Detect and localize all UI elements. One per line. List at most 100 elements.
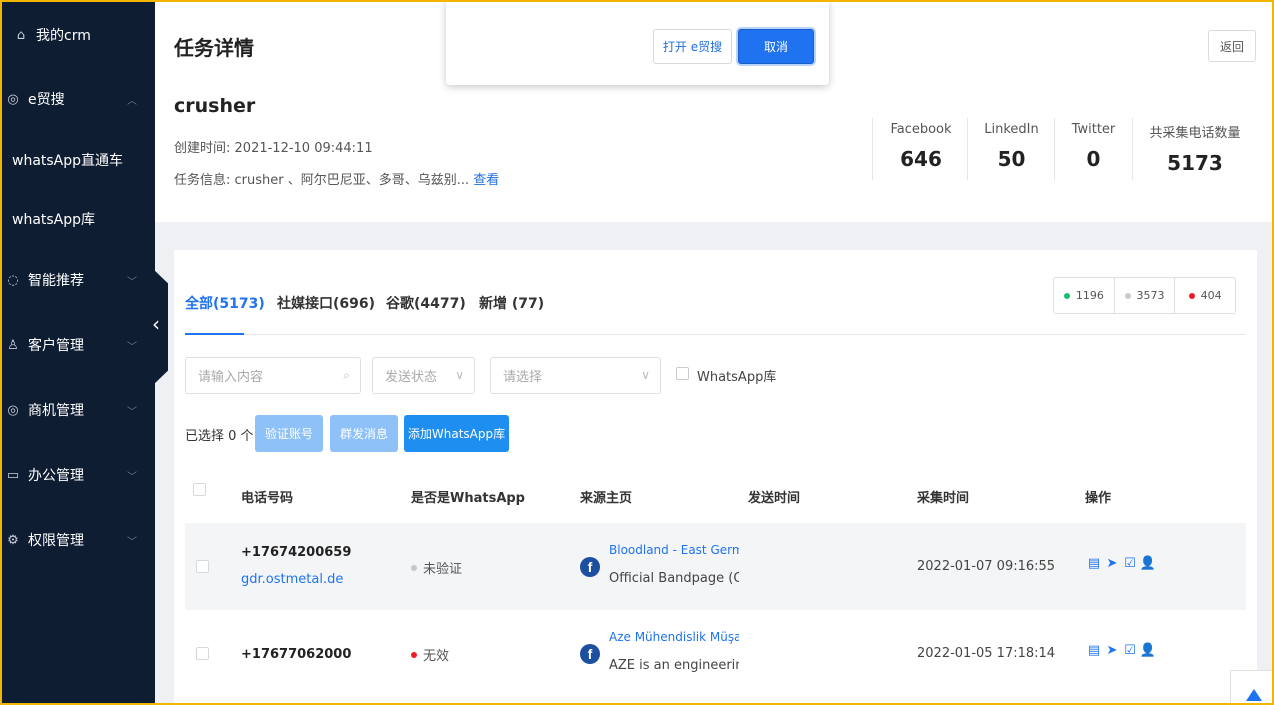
stat-value: 0: [1086, 147, 1101, 171]
status-invalid-count[interactable]: 404: [1175, 278, 1235, 313]
sidebar-esearch-label: e贸搜: [28, 92, 65, 108]
send-icon[interactable]: ➤: [1105, 643, 1119, 658]
sidebar-item-label: 智能推荐: [28, 273, 84, 289]
green-dot-icon: [1063, 292, 1070, 299]
column-header-send-time: 发送时间: [748, 491, 801, 506]
stat-value: 5173: [1167, 151, 1223, 175]
row-checkbox[interactable]: [196, 560, 209, 573]
status-valid-count[interactable]: 1196: [1054, 278, 1115, 313]
tab-google[interactable]: 谷歌(4477): [386, 293, 466, 313]
arrow-up-icon: [1246, 689, 1262, 701]
stat-linkedin: LinkedIn 50: [970, 112, 1053, 182]
return-button[interactable]: 返回: [1208, 30, 1256, 62]
status-unverified-count[interactable]: 3573: [1115, 278, 1176, 313]
chevron-down-icon: ﹀: [127, 341, 137, 353]
results-card: 全部(5173) 社媒接口(696) 谷歌(4477) 新增 (77) 1196…: [174, 250, 1257, 705]
stat-twitter: Twitter 0: [1055, 112, 1132, 182]
domain-link[interactable]: gdr.ostmetal.de: [241, 572, 343, 587]
person-icon[interactable]: 👤: [1140, 643, 1156, 658]
source-select[interactable]: 请选择 ∨: [490, 357, 661, 394]
column-header-source: 来源主页: [580, 491, 633, 506]
chevron-down-icon: ﹀: [127, 406, 137, 418]
verify-account-button[interactable]: 验证账号: [255, 415, 323, 452]
source-title-link[interactable]: Bloodland - East Germany: [609, 543, 739, 557]
collect-time: 2022-01-05 17:18:14: [917, 646, 1056, 661]
whatsapp-status: 无效: [411, 645, 449, 664]
whatsapp-lib-label: WhatsApp库: [697, 370, 777, 385]
table-row: +17677062000 无效 f Aze Mühendislik Müşavi…: [185, 610, 1246, 697]
chevron-down-icon: ∨: [455, 368, 464, 382]
target-icon: ◌: [7, 272, 19, 288]
gear-icon: ⚙: [7, 532, 19, 548]
user-icon: ♙: [7, 337, 19, 353]
compass-icon: ◎: [7, 402, 19, 418]
stat-label: 共采集电话数量: [1149, 126, 1241, 141]
sidebar-item-whatsapp-express[interactable]: whatsApp直通车: [12, 150, 123, 170]
sidebar-item-customers[interactable]: ♙ 客户管理 ﹀: [0, 325, 155, 365]
page-title: 任务详情: [174, 36, 254, 60]
sidebar-collapse-toggle[interactable]: ‹: [152, 268, 168, 386]
tab-social[interactable]: 社媒接口(696): [277, 293, 375, 313]
phone-number: +17677062000: [241, 647, 352, 662]
whatsapp-lib-checkbox[interactable]: [676, 367, 689, 380]
sidebar-item-recommend[interactable]: ◌ 智能推荐 ﹀: [0, 260, 155, 300]
task-name: crusher: [174, 95, 256, 117]
open-esearch-dialog: 打开 e贸搜 取消: [446, 0, 829, 85]
person-icon[interactable]: 👤: [1140, 556, 1156, 571]
search-icon: ⌕: [343, 368, 350, 382]
select-all-checkbox[interactable]: [193, 483, 206, 496]
send-status-select[interactable]: 发送状态 ∨: [372, 357, 475, 394]
table-row: +17674200659 gdr.ostmetal.de 未验证 f Blood…: [185, 523, 1246, 610]
compass-icon: ◎: [7, 91, 19, 107]
sidebar-item-whatsapp-lib[interactable]: whatsApp库: [12, 209, 95, 229]
sidebar-item-permissions[interactable]: ⚙ 权限管理 ﹀: [0, 520, 155, 560]
sidebar-item-office[interactable]: ▭ 办公管理 ﹀: [0, 455, 155, 495]
open-esearch-button[interactable]: 打开 e贸搜: [653, 29, 732, 64]
check-box-icon[interactable]: ☑: [1123, 643, 1137, 658]
sidebar-item-opportunities[interactable]: ◎ 商机管理 ﹀: [0, 390, 155, 430]
column-header-collect-time: 采集时间: [917, 491, 970, 506]
divider: [1132, 118, 1133, 180]
document-icon[interactable]: ▤: [1087, 643, 1101, 658]
tab-new[interactable]: 新增 (77): [479, 293, 544, 313]
stat-value: 646: [900, 147, 942, 171]
tab-all[interactable]: 全部(5173): [185, 293, 265, 313]
mass-message-button[interactable]: 群发消息: [330, 415, 398, 452]
red-dot-icon: [1188, 292, 1195, 299]
sidebar-item-esearch[interactable]: ◎ e贸搜 ︿: [0, 79, 155, 119]
chevron-down-icon: ﹀: [127, 536, 137, 548]
sidebar-item-label: 客户管理: [28, 338, 84, 354]
chevron-up-icon: ︿: [127, 95, 137, 107]
monitor-icon: ▭: [6, 467, 20, 483]
status-counts: 1196 3573 404: [1053, 277, 1236, 314]
stat-total-phones: 共采集电话数量 5173: [1135, 112, 1255, 182]
check-box-icon[interactable]: ☑: [1123, 556, 1137, 571]
home-icon: ⌂: [16, 27, 26, 43]
count-value: 1196: [1075, 289, 1104, 302]
created-time: 创建时间: 2021-12-10 09:44:11: [174, 137, 373, 156]
chevron-down-icon: ∨: [641, 368, 650, 382]
add-whatsapp-lib-button[interactable]: 添加WhatsApp库: [404, 415, 509, 452]
cancel-button[interactable]: 取消: [738, 29, 814, 64]
send-icon[interactable]: ➤: [1105, 556, 1119, 571]
source-description: Official Bandpage (Oldschool: [609, 571, 739, 586]
sidebar-item-home[interactable]: ⌂ 我的crm: [0, 15, 155, 55]
row-actions: ▤ ➤ ☑ 👤: [1087, 556, 1156, 571]
sidebar-item-label: 办公管理: [28, 468, 84, 484]
stat-facebook: Facebook 646: [882, 112, 960, 182]
source-title-link[interactable]: Aze Mühendislik Müşavirlik: [609, 630, 739, 644]
divider: [185, 334, 1246, 335]
stat-label: Twitter: [1071, 122, 1116, 137]
chevron-left-icon: ‹: [152, 312, 160, 336]
search-placeholder: 请输入内容: [198, 370, 264, 385]
document-icon[interactable]: ▤: [1087, 556, 1101, 571]
grey-dot-icon: [1124, 292, 1131, 299]
row-checkbox[interactable]: [196, 647, 209, 660]
back-to-top-button[interactable]: [1230, 670, 1274, 705]
view-link[interactable]: 查看: [473, 173, 499, 188]
stat-label: Facebook: [890, 122, 952, 137]
sidebar-home-label: 我的crm: [36, 28, 91, 44]
sidebar: ⌂ 我的crm ◎ e贸搜 ︿ whatsApp直通车 whatsApp库 ◌ …: [0, 0, 155, 705]
row-actions: ▤ ➤ ☑ 👤: [1087, 643, 1156, 658]
search-input[interactable]: 请输入内容 ⌕: [185, 357, 361, 394]
